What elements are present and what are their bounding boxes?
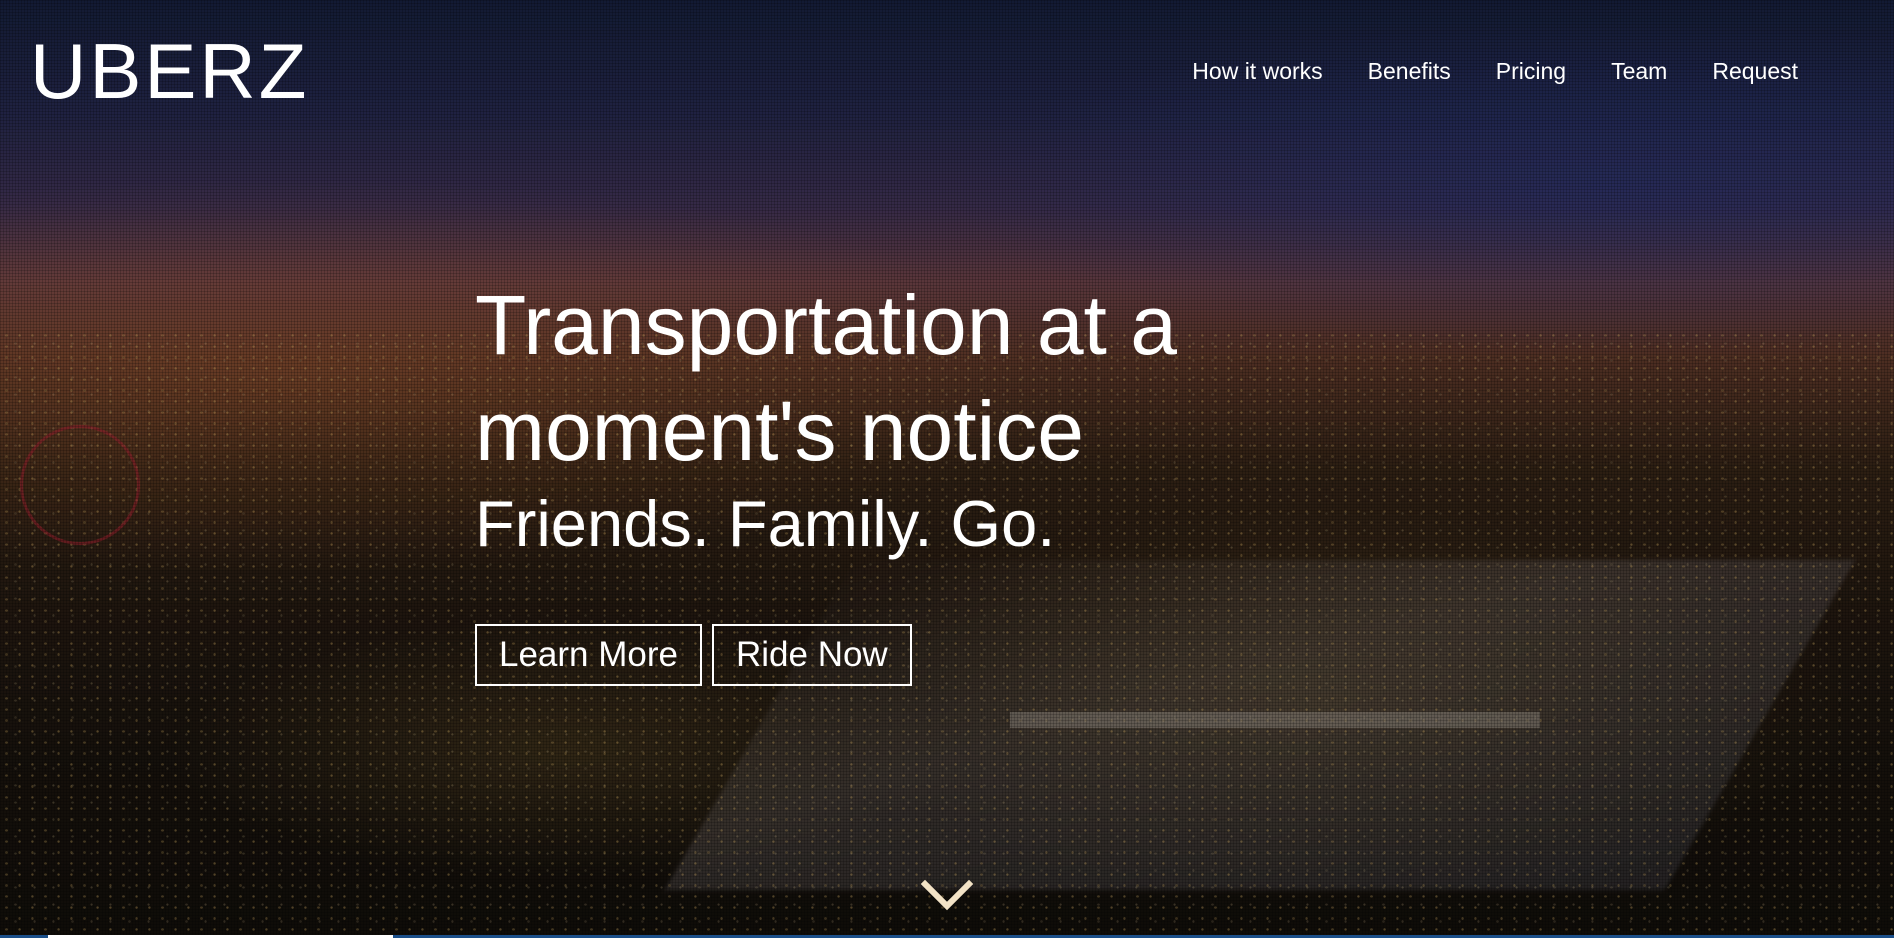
nav-team[interactable]: Team — [1611, 54, 1667, 88]
hero-headline: Transportation at a moment's notice — [475, 272, 1375, 484]
ride-now-button[interactable]: Ride Now — [711, 624, 912, 686]
hero-headline-line2: moment's notice — [475, 384, 1084, 478]
nav-pricing[interactable]: Pricing — [1496, 54, 1566, 88]
nav-benefits[interactable]: Benefits — [1368, 54, 1451, 88]
hero-tagline: Friends. Family. Go. — [475, 487, 1056, 560]
nav-request[interactable]: Request — [1712, 54, 1798, 88]
hero-content: Transportation at a moment's notice Frie… — [475, 272, 1375, 686]
hero-buttons: Learn More Ride Now — [475, 624, 1375, 686]
hero-headline-line1: Transportation at a — [475, 278, 1177, 372]
learn-more-button[interactable]: Learn More — [475, 624, 702, 686]
main-nav: How it works Benefits Pricing Team Reque… — [1147, 54, 1798, 88]
nav-how-it-works[interactable]: How it works — [1192, 54, 1322, 88]
hero-section: UBERZ How it works Benefits Pricing Team… — [0, 0, 1894, 938]
site-logo[interactable]: UBERZ — [30, 26, 309, 116]
chevron-down-icon[interactable] — [920, 878, 974, 914]
